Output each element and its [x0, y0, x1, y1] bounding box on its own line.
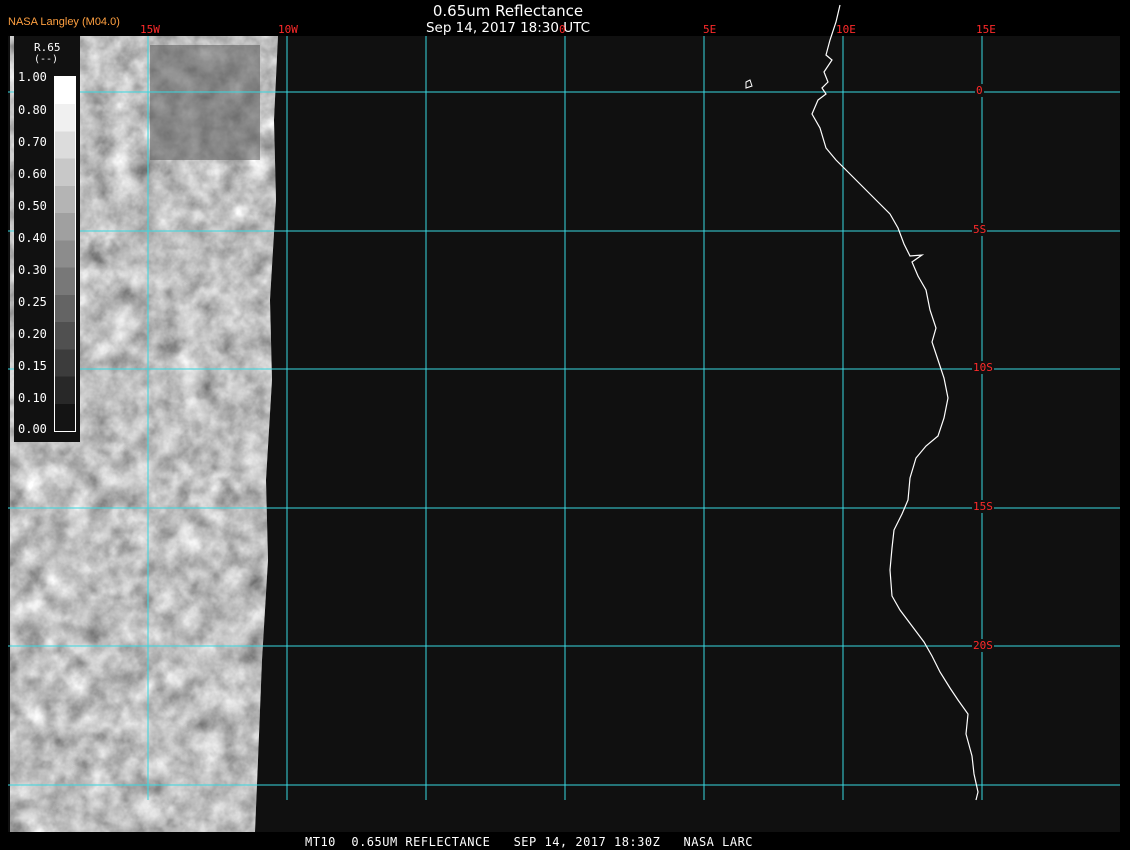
- legend-unit: (--): [34, 54, 59, 65]
- image-timestamp: Sep 14, 2017 18:30 UTC: [425, 20, 591, 36]
- page-title: 0.65um Reflectance: [432, 2, 584, 20]
- lat-label-15s: 15S: [972, 500, 994, 513]
- legend-tick: 0.30: [18, 263, 47, 277]
- legend-tick: 0.10: [18, 391, 47, 405]
- lon-label-10w: 10W: [278, 23, 298, 36]
- legend-tick: 0.70: [18, 135, 47, 149]
- lat-label-20s: 20S: [972, 639, 994, 652]
- satellite-image-viewer: NASA Langley (M04.0) 0.65um Reflectance …: [0, 0, 1130, 850]
- lon-label-10e: 10E: [836, 23, 856, 36]
- reflectance-map: [8, 4, 1120, 832]
- lat-label-5s: 5S: [972, 223, 988, 236]
- legend-tick: 0.80: [18, 103, 47, 117]
- lat-label-0: 0: [975, 84, 984, 97]
- lon-label-5e: 5E: [703, 23, 717, 36]
- lon-label-0: 0: [559, 23, 566, 36]
- legend-tick: 0.50: [18, 199, 47, 213]
- legend-tick: 0.00: [18, 422, 47, 436]
- legend-tick: 0.15: [18, 359, 47, 373]
- colorbar: [54, 76, 76, 432]
- lon-label-15e: 15E: [976, 23, 996, 36]
- lat-label-10s: 10S: [972, 361, 994, 374]
- legend-variable: R.65: [34, 41, 61, 54]
- legend-tick: 0.20: [18, 327, 47, 341]
- legend-tick: 0.40: [18, 231, 47, 245]
- legend-tick: 0.60: [18, 167, 47, 181]
- colorbar-legend: R.65 (--) 1.00 0.80 0.70 0.60 0.50 0.40 …: [14, 36, 80, 442]
- legend-tick: 0.25: [18, 295, 47, 309]
- lon-label-15w: 15W: [140, 23, 160, 36]
- legend-tick: 1.00: [18, 70, 47, 84]
- footer-caption: MT10 0.65UM REFLECTANCE SEP 14, 2017 18:…: [305, 835, 754, 849]
